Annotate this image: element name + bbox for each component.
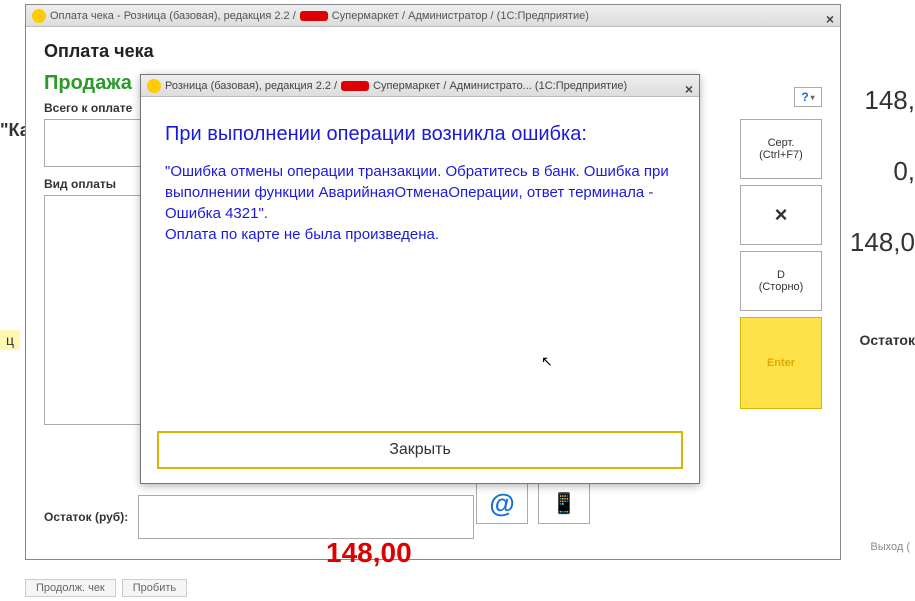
bg-ostatok-label: Остаток [859,332,915,348]
storno-label: (Сторно) [759,281,804,293]
bg-small-label: ц [0,330,20,350]
dialog-title-suffix: Супермаркет / Администрато... (1С:Предпр… [373,75,627,97]
bg-value-2: 0, [850,156,915,187]
at-icon: @ [489,488,514,519]
storno-key: D [777,269,785,281]
redacted-icon [300,11,328,21]
payment-window-titlebar: Оплата чека - Розница (базовая), редакци… [26,5,840,27]
error-message-1: "Ошибка отмены операции транзакции. Обра… [165,161,675,224]
bg-value-1: 148, [850,85,915,116]
help-button[interactable]: ? ▾ [794,87,822,107]
bg-right-values: 148, 0, 148,0 [850,85,915,298]
bg-value-3: 148,0 [850,227,915,258]
app-icon [32,9,46,23]
certificate-button[interactable]: Серт. (Ctrl+F7) [740,119,822,179]
enter-label: Enter [767,357,795,369]
bg-punch-button[interactable]: Пробить [122,579,187,597]
dialog-title-prefix: Розница (базовая), редакция 2.2 / [165,75,337,97]
app-icon [147,79,161,93]
window-title-prefix: Оплата чека - Розница (базовая), редакци… [50,5,296,27]
amount-value: 148,00 [326,537,412,569]
bg-continue-button[interactable]: Продолж. чек [25,579,116,597]
certificate-shortcut: (Ctrl+F7) [759,149,803,161]
x-icon: × [775,202,788,228]
email-button[interactable]: @ [476,482,528,524]
error-message-2: Оплата по карте не была произведена. [165,224,675,245]
page-title: Оплата чека [44,41,822,62]
error-dialog-titlebar: Розница (базовая), редакция 2.2 / Суперм… [141,75,699,97]
error-heading: При выполнении операции возникла ошибка: [165,121,675,147]
close-button[interactable]: Закрыть [157,431,683,469]
phone-button[interactable]: 📱 [538,482,590,524]
question-icon: ? [801,90,808,104]
error-dialog: Розница (базовая), редакция 2.2 / Суперм… [140,74,700,484]
redacted-icon [341,81,369,91]
window-title-suffix: Супермаркет / Администратор / (1С:Предпр… [332,5,589,27]
certificate-label: Серт. [768,137,795,149]
remainder-field[interactable] [138,495,474,539]
bg-exit-label: Выход ( [870,541,910,553]
enter-button[interactable]: Enter [740,317,822,409]
storno-button[interactable]: D (Сторно) [740,251,822,311]
delete-button[interactable]: × [740,185,822,245]
phone-icon: 📱 [552,491,577,516]
remainder-label: Остаток (руб): [44,510,128,524]
